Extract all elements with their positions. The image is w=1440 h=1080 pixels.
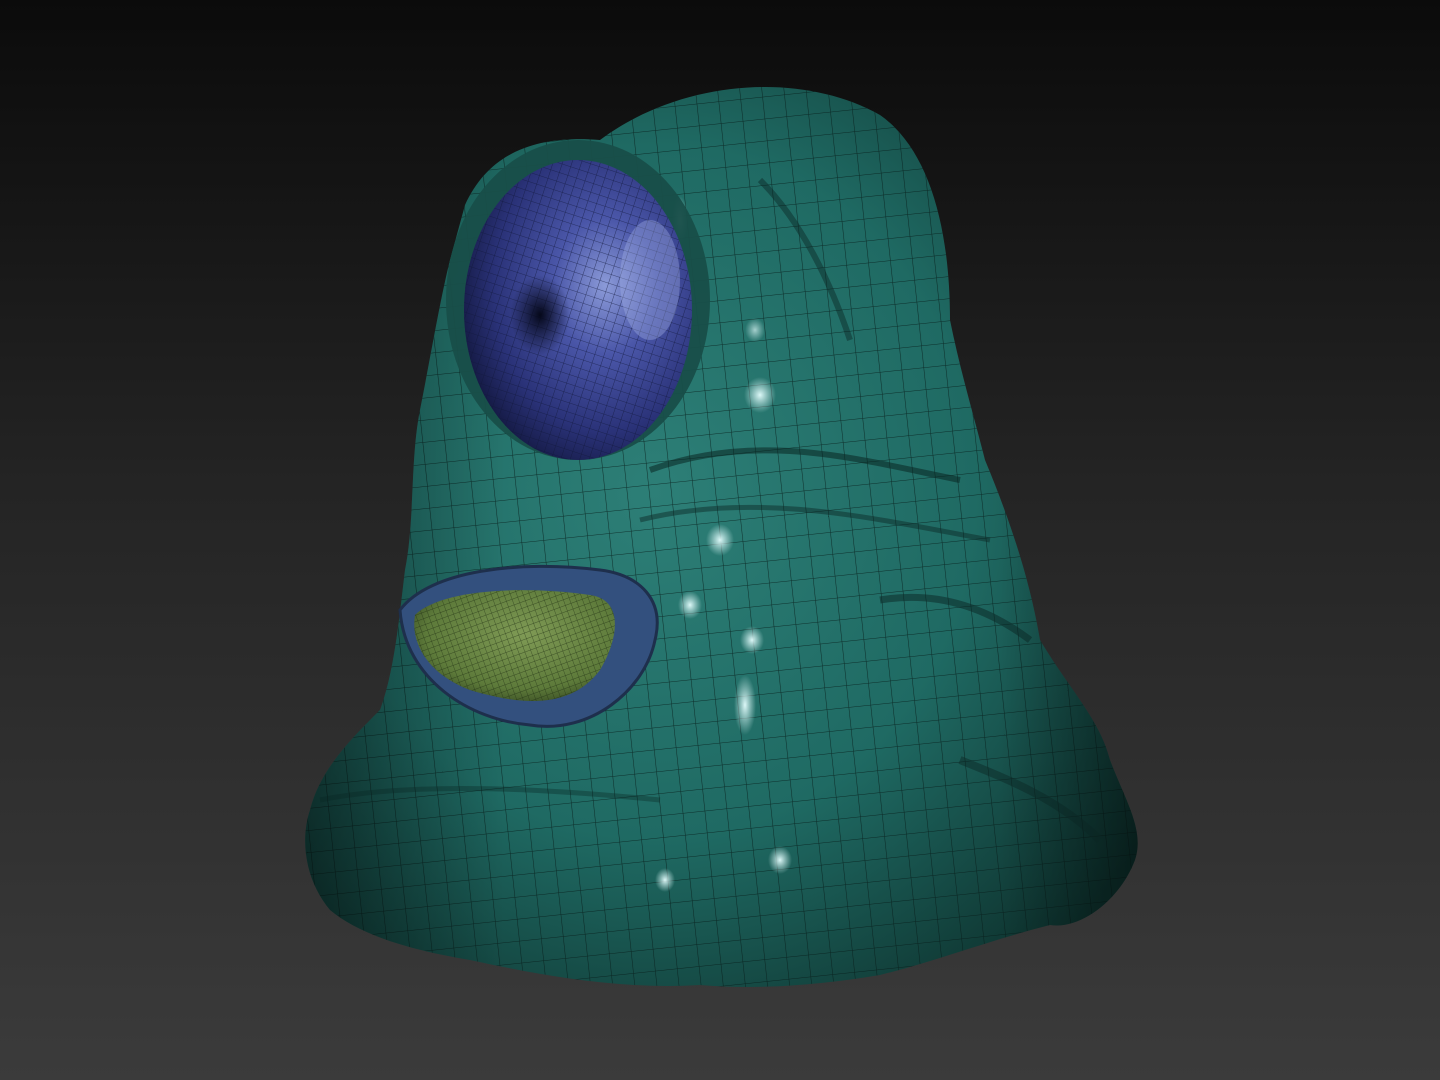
- creature-body[interactable]: [280, 60, 1180, 1020]
- 3d-viewport[interactable]: [0, 0, 1440, 1080]
- creature-eye[interactable]: [464, 160, 692, 460]
- eye-pupil: [510, 275, 570, 355]
- viewport-canvas[interactable]: [0, 0, 1440, 1080]
